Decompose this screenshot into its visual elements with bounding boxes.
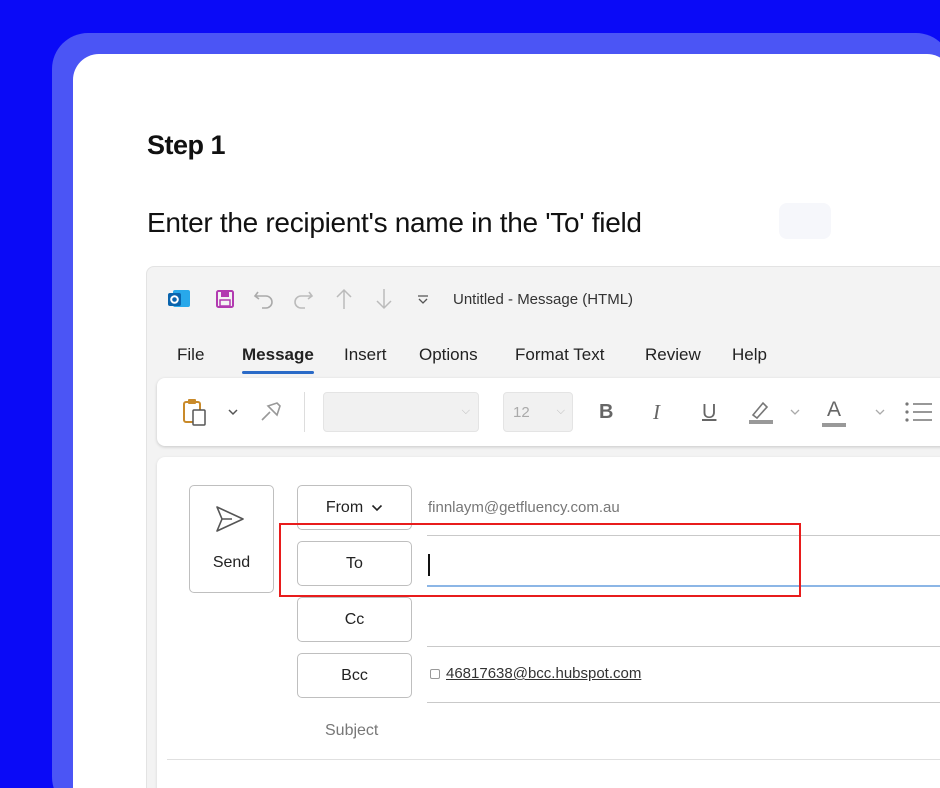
cc-button[interactable]: Cc bbox=[297, 597, 412, 642]
bcc-address: 46817638@bcc.hubspot.com bbox=[446, 665, 642, 682]
from-divider bbox=[427, 535, 940, 536]
italic-button[interactable]: I bbox=[653, 378, 660, 446]
cc-label: Cc bbox=[344, 610, 365, 628]
bold-button[interactable]: B bbox=[599, 378, 613, 446]
font-size-value: 12 bbox=[513, 404, 530, 421]
font-color-chevron-icon[interactable] bbox=[875, 378, 885, 446]
to-button[interactable]: To bbox=[297, 541, 412, 586]
arrow-down-icon[interactable] bbox=[375, 288, 393, 310]
bcc-recipient[interactable]: 46817638@bcc.hubspot.com bbox=[430, 665, 641, 682]
tab-format-text[interactable]: Format Text bbox=[515, 345, 604, 365]
tab-file[interactable]: File bbox=[177, 345, 204, 365]
from-button[interactable]: From bbox=[297, 485, 412, 530]
font-color-label: A bbox=[826, 397, 841, 421]
send-icon bbox=[214, 504, 246, 539]
subject-input[interactable] bbox=[167, 759, 940, 760]
highlight-icon[interactable] bbox=[747, 378, 777, 446]
bullets-icon[interactable] bbox=[904, 378, 934, 446]
customize-toolbar-icon[interactable] bbox=[417, 288, 429, 310]
tab-insert[interactable]: Insert bbox=[344, 345, 387, 365]
arrow-up-icon[interactable] bbox=[335, 288, 353, 310]
text-cursor bbox=[428, 554, 430, 576]
chevron-down-icon bbox=[372, 504, 383, 511]
bcc-divider bbox=[427, 702, 940, 703]
step-instruction: Enter the recipient's name in the 'To' f… bbox=[147, 207, 642, 238]
tab-options[interactable]: Options bbox=[419, 345, 478, 365]
to-label: To bbox=[346, 554, 363, 572]
font-color-button[interactable]: A bbox=[822, 378, 846, 446]
window-title: Untitled - Message (HTML) bbox=[453, 291, 634, 308]
send-label: Send bbox=[212, 554, 251, 571]
cc-input[interactable] bbox=[427, 646, 940, 647]
outlook-compose-window: Untitled - Message (HTML) File Message I… bbox=[146, 266, 940, 788]
bcc-label: Bcc bbox=[341, 666, 368, 684]
font-color-swatch bbox=[822, 422, 846, 427]
from-label: From bbox=[325, 498, 364, 516]
format-painter-icon[interactable] bbox=[259, 378, 283, 446]
tab-help[interactable]: Help bbox=[732, 345, 767, 365]
compose-pane: Send From finnlaym@getfluency.com.au To … bbox=[157, 457, 940, 788]
undo-icon[interactable] bbox=[253, 288, 275, 310]
font-size-select[interactable]: 12 ⌵ bbox=[503, 392, 573, 432]
paste-icon[interactable] bbox=[182, 378, 210, 446]
title-bar: Untitled - Message (HTML) bbox=[147, 267, 940, 333]
save-icon[interactable] bbox=[215, 288, 235, 310]
subject-label: Subject bbox=[325, 722, 379, 739]
recipient-checkbox-icon bbox=[430, 668, 440, 679]
font-family-select[interactable]: ⌵ bbox=[323, 392, 479, 432]
tab-review[interactable]: Review bbox=[645, 345, 701, 365]
from-address: finnlaym@getfluency.com.au bbox=[428, 499, 620, 516]
outlook-icon bbox=[167, 288, 191, 310]
ribbon-divider bbox=[304, 392, 305, 432]
highlight-chevron-icon[interactable] bbox=[790, 378, 800, 446]
chevron-down-icon: ⌵ bbox=[556, 405, 565, 417]
underline-button[interactable]: U bbox=[702, 378, 716, 446]
bcc-button[interactable]: Bcc bbox=[297, 653, 412, 698]
tab-message[interactable]: Message bbox=[242, 345, 314, 374]
redo-icon[interactable] bbox=[292, 288, 314, 310]
step-title: Step 1 bbox=[147, 130, 226, 160]
to-input[interactable] bbox=[427, 543, 940, 587]
chevron-down-icon: ⌵ bbox=[461, 405, 470, 417]
ribbon-toolbar: ⌵ 12 ⌵ B I U A bbox=[157, 378, 940, 446]
ribbon-tabs: File Message Insert Options Format Text … bbox=[147, 345, 940, 375]
paste-options-chevron-icon[interactable] bbox=[227, 378, 239, 446]
send-button[interactable]: Send bbox=[189, 485, 274, 593]
decorative-chip bbox=[779, 203, 831, 239]
